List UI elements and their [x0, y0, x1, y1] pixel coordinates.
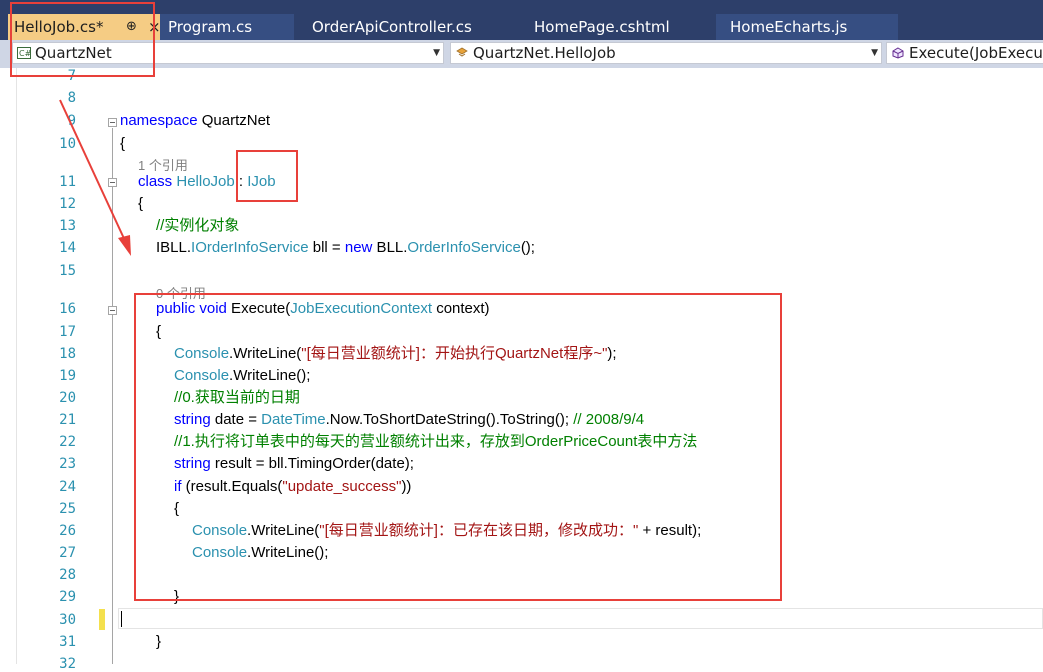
line-number: 8 — [67, 90, 76, 106]
document-tab-strip: HelloJob.cs* ⊕ × Program.cs OrderApiCont… — [0, 0, 1043, 40]
collapse-method-icon[interactable] — [108, 306, 117, 315]
tab-label: HomeEcharts.js — [730, 18, 848, 36]
tab-orderapicontroller[interactable]: OrderApiController.cs — [300, 14, 500, 40]
tab-label: OrderApiController.cs — [312, 18, 472, 36]
collapse-class-icon[interactable] — [108, 178, 117, 187]
outline-guide — [112, 128, 113, 664]
member-name: Execute(JobExecu — [909, 44, 1043, 62]
line-number: 25 — [59, 501, 76, 517]
line-number: 19 — [59, 368, 76, 384]
line-number: 32 — [59, 656, 76, 672]
member-dropdown[interactable]: Execute(JobExecu — [886, 42, 1043, 64]
line-number: 18 — [59, 346, 76, 362]
line-number: 21 — [59, 412, 76, 428]
line-number: 13 — [59, 218, 76, 234]
line-number: 9 — [67, 113, 76, 129]
navigation-bar: C# QuartzNet ▼ QuartzNet.HelloJob ▼ Exec… — [0, 40, 1043, 68]
line-number: 31 — [59, 634, 76, 650]
code-line-31: } — [156, 633, 162, 650]
line-number: 24 — [59, 479, 76, 495]
tab-label: HomePage.cshtml — [534, 18, 670, 36]
code-line-14: IBLL.IOrderInfoService bll = new BLL.Ord… — [156, 239, 535, 256]
line-number: 12 — [59, 196, 76, 212]
tab-program[interactable]: Program.cs — [160, 14, 294, 40]
tab-label: Program.cs — [168, 18, 253, 36]
line-number: 30 — [59, 612, 76, 628]
tab-homepage[interactable]: HomePage.cshtml — [522, 14, 692, 40]
annotation-box-execute — [134, 293, 782, 601]
line-number: 27 — [59, 545, 76, 561]
line-number: 17 — [59, 324, 76, 340]
line-number: 29 — [59, 589, 76, 605]
tab-homeecharts[interactable]: HomeEcharts.js — [716, 14, 898, 40]
line-number: 11 — [59, 174, 76, 190]
text-caret — [121, 611, 122, 627]
line-number: 15 — [59, 263, 76, 279]
method-icon — [892, 47, 904, 59]
code-line-9: namespace QuartzNet — [120, 112, 271, 129]
line-number: 14 — [59, 240, 76, 256]
line-number: 23 — [59, 456, 76, 472]
code-line-12: { — [138, 195, 144, 212]
line-number: 10 — [59, 136, 76, 152]
line-number: 22 — [59, 434, 76, 450]
annotation-box-ijob — [236, 150, 298, 202]
type-dropdown[interactable]: QuartzNet.HelloJob ▼ — [450, 42, 882, 64]
line-number: 16 — [59, 301, 76, 317]
collapse-namespace-icon[interactable] — [108, 118, 117, 127]
current-line-highlight — [118, 608, 1043, 629]
class-icon — [456, 47, 468, 57]
margin-divider — [16, 68, 17, 664]
dropdown-arrow-icon: ▼ — [871, 48, 878, 58]
type-name: QuartzNet.HelloJob — [473, 44, 616, 62]
line-number: 26 — [59, 523, 76, 539]
dropdown-arrow-icon: ▼ — [433, 48, 440, 58]
line-number: 20 — [59, 390, 76, 406]
annotation-box-tab — [10, 2, 155, 77]
code-line-13: //实例化对象 — [156, 217, 240, 234]
code-line-10: { — [120, 135, 126, 152]
unsaved-change-marker — [99, 609, 105, 630]
line-number: 28 — [59, 567, 76, 583]
indicator-margin — [0, 68, 30, 664]
